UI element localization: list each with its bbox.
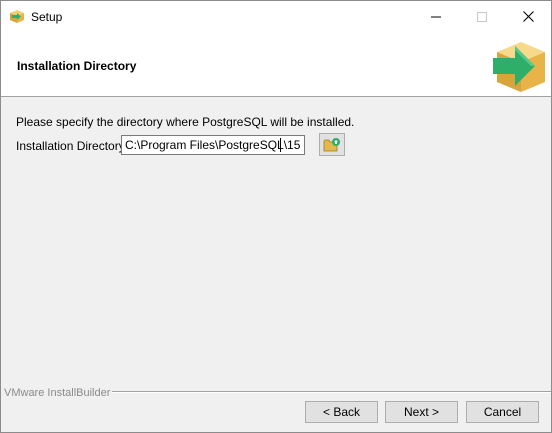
minimize-icon [431,16,441,17]
app-icon [10,10,24,23]
installation-directory-input[interactable] [121,135,305,155]
maximize-icon [477,11,487,22]
folder-browse-icon [323,137,340,151]
window-title: Setup [31,10,63,24]
brand-label: VMware InstallBuilder [4,387,113,399]
installation-directory-label: Installation Directory [16,139,125,153]
directory-prompt: Please specify the directory where Postg… [16,115,355,129]
back-button[interactable]: < Back [305,401,378,423]
maximize-button[interactable] [459,1,505,32]
text-caret [280,138,281,152]
title-bar[interactable]: Setup [1,1,551,32]
close-button[interactable] [505,1,551,32]
close-icon [522,11,534,22]
cancel-button[interactable]: Cancel [466,401,539,423]
next-button[interactable]: Next > [385,401,458,423]
page-header: Installation Directory [1,32,551,97]
setup-window: Setup Installation Directory Please spec… [0,0,552,433]
minimize-button[interactable] [413,1,459,32]
footer-divider [107,391,551,393]
browse-folder-button[interactable] [319,133,345,156]
page-title: Installation Directory [17,59,137,73]
installer-box-arrow-icon [493,42,545,92]
